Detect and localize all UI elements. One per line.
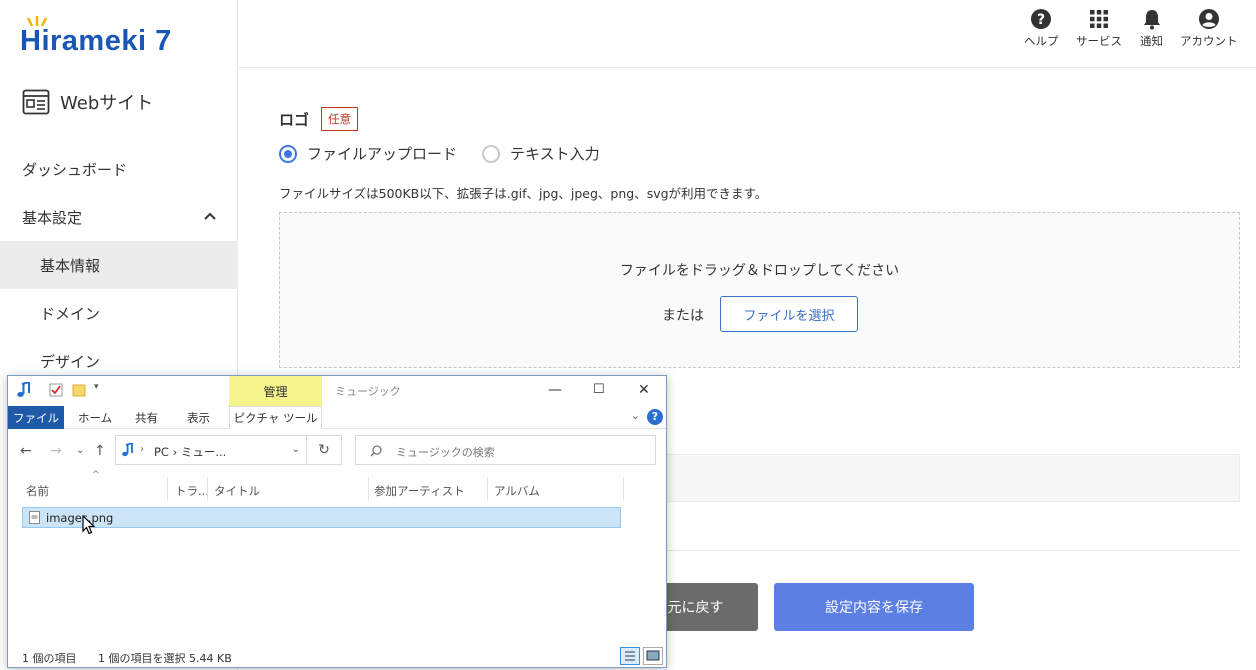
column-title[interactable]: タイトル — [214, 483, 260, 499]
maximize-icon[interactable]: ☐ — [593, 382, 605, 397]
account-label: アカウント — [1180, 34, 1238, 48]
music-folder-icon — [122, 443, 133, 457]
help-button[interactable]: ? ヘルプ — [1024, 8, 1059, 49]
column-headers: ^ 名前 トラ... タイトル 参加アーティスト アルバム — [20, 470, 650, 503]
help-label: ヘルプ — [1024, 34, 1059, 48]
file-name: images.png — [46, 510, 114, 525]
account-button[interactable]: アカウント — [1180, 8, 1238, 49]
explorer-nav-bar: ← → ⌄ ↑ › PC › ミュー... ⌄ ↻ ミュージックの検索 — [8, 429, 666, 469]
file-explorer-window[interactable]: ▾ 管理 ミュージック — ☐ ✕ ファイル ホーム 共有 表示 ピクチャ ツー… — [7, 375, 667, 668]
notifications-button[interactable]: 通知 — [1140, 8, 1163, 49]
dropzone-or-text: または — [662, 308, 704, 324]
properties-icon[interactable] — [49, 383, 63, 397]
logo-text: Hirameki 7 — [20, 25, 172, 57]
explorer-status-bar: 1 個の項目 1 個の項目を選択 5.44 KB — [8, 646, 666, 668]
optional-badge: 任意 — [321, 107, 359, 131]
sidebar-item-basic-info[interactable]: 基本情報 — [0, 241, 238, 289]
quick-access-dropdown-icon[interactable]: ▾ — [94, 382, 99, 392]
logo-rays-icon — [26, 16, 48, 27]
column-name[interactable]: 名前 — [26, 483, 49, 499]
sidebar-item-label: 基本設定 — [22, 208, 83, 227]
ribbon-tab-home[interactable]: ホーム — [78, 410, 112, 426]
radio-text-input-label[interactable]: テキスト入力 — [510, 143, 600, 164]
ribbon-expand-icon[interactable]: ⌄ — [631, 409, 640, 422]
logo-field-label: ロゴ — [279, 110, 310, 129]
large-icons-view-icon[interactable] — [643, 647, 663, 665]
grid-icon — [1090, 10, 1108, 28]
sidebar-item-domain[interactable]: ドメイン — [0, 289, 238, 337]
sidebar-item-label: ダッシュボード — [22, 160, 128, 179]
site-selector[interactable]: Webサイト — [22, 88, 153, 116]
column-separator[interactable] — [368, 477, 369, 501]
ribbon-tab-picture-tools[interactable]: ピクチャ ツール — [229, 406, 322, 429]
ribbon-tab-view[interactable]: 表示 — [187, 410, 210, 426]
top-header: ? ヘルプ サービス 通知 アカウント — [239, 0, 1256, 68]
search-icon — [370, 445, 382, 457]
address-path: PC › ミュー... — [154, 445, 227, 459]
manage-tab[interactable]: 管理 — [229, 376, 322, 406]
sidebar-item-label: ドメイン — [40, 304, 101, 323]
svg-text:?: ? — [1037, 12, 1045, 28]
explorer-ribbon-tabs: ファイル ホーム 共有 表示 ピクチャ ツール — [8, 406, 666, 429]
sidebar-item-dashboard[interactable]: ダッシュボード — [0, 145, 238, 193]
explorer-help-icon[interactable]: ? — [647, 409, 663, 425]
site-label: Webサイト — [60, 93, 154, 114]
address-bar[interactable]: › PC › ミュー... ⌄ — [115, 435, 307, 465]
column-separator[interactable] — [487, 477, 488, 501]
notifications-label: 通知 — [1140, 34, 1163, 48]
account-icon — [1198, 9, 1219, 29]
column-separator[interactable] — [167, 477, 168, 501]
image-file-icon — [29, 511, 40, 524]
brand-logo[interactable]: Hirameki 7 — [20, 16, 172, 56]
file-dropzone[interactable]: ファイルをドラッグ＆ドロップしてください または ファイルを選択 — [279, 212, 1240, 368]
save-settings-button[interactable]: 設定内容を保存 — [774, 583, 974, 631]
search-placeholder: ミュージックの検索 — [396, 446, 495, 459]
radio-file-upload-label[interactable]: ファイルアップロード — [307, 143, 457, 164]
column-artist[interactable]: 参加アーティスト — [374, 483, 465, 499]
dropzone-text: ファイルをドラッグ＆ドロップしてください — [619, 263, 900, 279]
recent-dropdown-icon[interactable]: ⌄ — [76, 445, 84, 456]
file-size-note: ファイルサイズは500KB以下、拡張子は.gif、jpg、jpeg、png、sv… — [279, 186, 768, 201]
bell-icon — [1143, 10, 1160, 30]
choose-file-button[interactable]: ファイルを選択 — [720, 296, 858, 332]
forward-arrow-icon[interactable]: → — [50, 443, 62, 459]
logo-type-radio-group: ファイルアップロード テキスト入力 — [279, 143, 600, 164]
ribbon-tab-file[interactable]: ファイル — [8, 406, 64, 429]
close-icon[interactable]: ✕ — [638, 382, 650, 398]
refresh-icon[interactable]: ↻ — [307, 435, 342, 465]
sidebar-item-basic-settings[interactable]: 基本設定 — [0, 193, 238, 241]
up-arrow-icon[interactable]: ↑ — [94, 443, 106, 459]
column-separator[interactable] — [207, 477, 208, 501]
details-view-icon[interactable] — [620, 647, 640, 665]
status-selection: 1 個の項目を選択 5.44 KB — [98, 652, 232, 665]
explorer-search-box[interactable]: ミュージックの検索 — [355, 435, 656, 465]
music-note-icon — [17, 382, 30, 397]
radio-text-input[interactable] — [482, 144, 501, 163]
ribbon-tab-share[interactable]: 共有 — [135, 410, 158, 426]
address-separator-icon: › — [140, 444, 144, 455]
minimize-icon[interactable]: — — [548, 382, 562, 398]
explorer-window-title: ミュージック — [335, 385, 401, 398]
sidebar-item-label: デザイン — [40, 352, 101, 371]
back-arrow-icon[interactable]: ← — [20, 443, 32, 459]
status-item-count: 1 個の項目 — [22, 652, 77, 665]
website-icon — [22, 89, 50, 115]
sidebar-item-label: 基本情報 — [40, 256, 101, 275]
chevron-up-icon — [204, 212, 216, 220]
file-row[interactable]: images.png — [22, 507, 621, 535]
explorer-title-bar[interactable]: ▾ 管理 ミュージック — ☐ ✕ — [8, 376, 666, 406]
radio-file-upload[interactable] — [279, 144, 297, 163]
services-label: サービス — [1076, 34, 1122, 48]
column-separator[interactable] — [623, 477, 624, 501]
address-dropdown-icon[interactable]: ⌄ — [292, 444, 300, 455]
services-button[interactable]: サービス — [1076, 8, 1122, 49]
sort-indicator-icon: ^ — [92, 470, 100, 480]
mouse-cursor-icon — [82, 515, 96, 535]
new-folder-icon[interactable] — [72, 383, 86, 397]
help-icon: ? — [1031, 9, 1052, 29]
logo-field-heading: ロゴ 任意 — [279, 107, 359, 131]
column-album[interactable]: アルバム — [494, 483, 540, 499]
app-root: Hirameki 7 Webサイト ダッシュボード 基本設定 基本情報 ドメイン… — [0, 0, 1256, 670]
column-track[interactable]: トラ... — [175, 483, 209, 499]
